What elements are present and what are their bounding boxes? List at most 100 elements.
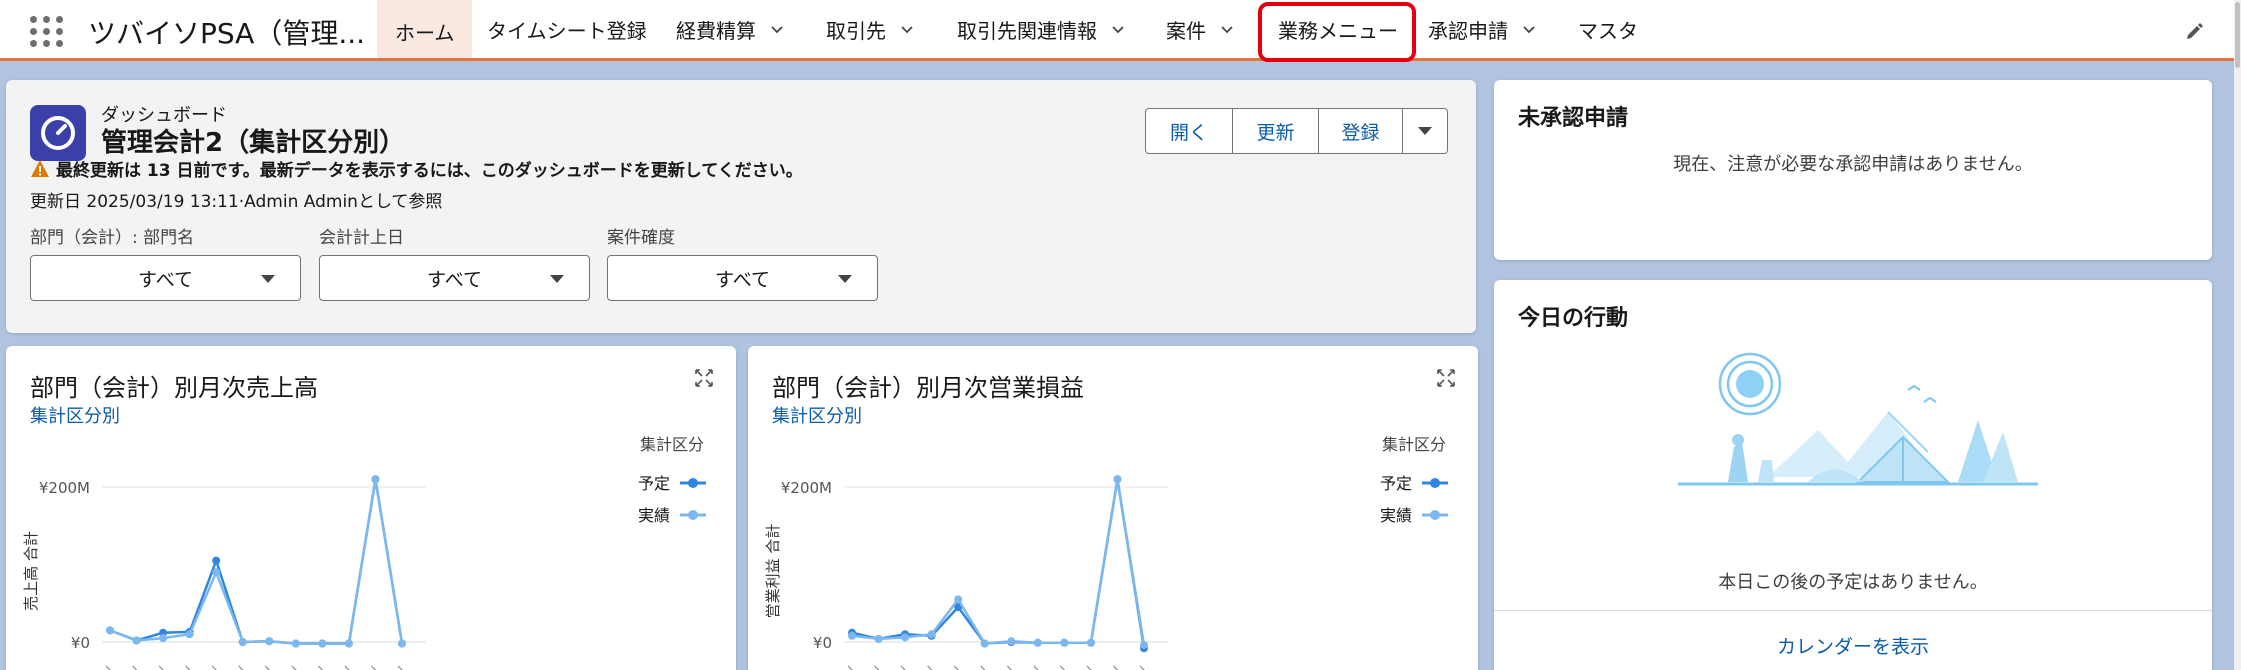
chevron-down-icon[interactable]: [770, 22, 784, 36]
y-axis-label: 営業利益 合計: [764, 524, 782, 619]
data-point: [265, 637, 274, 646]
highlight-box: [1258, 2, 1416, 62]
scrollbar[interactable]: [2234, 0, 2241, 670]
register-button[interactable]: 登録: [1319, 109, 1403, 153]
data-point: [874, 634, 883, 643]
x-tick: [874, 665, 880, 670]
tab-expenses[interactable]: 経費精算: [676, 0, 784, 58]
x-tick: [185, 665, 191, 670]
y-tick-label: ¥200M: [39, 479, 90, 497]
expand-icon[interactable]: [694, 368, 714, 388]
series-line-予定: [109, 478, 404, 645]
x-tick: [1059, 665, 1066, 670]
x-tick: [317, 665, 324, 670]
warning-text: 最終更新は 13 日前です。最新データを表示するには、このダッシュボードを更新し…: [56, 161, 803, 181]
data-point: [185, 630, 194, 639]
data-point: [212, 556, 221, 565]
legend-label: 予定: [638, 474, 670, 493]
legend-title: 集計区分: [1382, 435, 1446, 454]
app-launcher-icon[interactable]: [30, 16, 64, 47]
card-divider: [1494, 610, 2212, 611]
stale-warning: 最終更新は 13 日前です。最新データを表示するには、このダッシュボードを更新し…: [30, 156, 803, 181]
card-title: 今日の行動: [1518, 306, 1629, 331]
legend-marker: [1430, 510, 1440, 520]
data-point: [132, 636, 141, 645]
chevron-down-icon[interactable]: [1111, 22, 1125, 36]
legend-label: 実績: [1380, 506, 1412, 525]
x-tick: [158, 665, 164, 670]
filter-value: すべて: [138, 268, 193, 291]
x-tick: [927, 665, 933, 670]
x-tick: [238, 665, 244, 670]
x-tick: [1113, 665, 1119, 670]
data-point: [371, 475, 380, 484]
chart-card-sales: ¥200M ¥0 売上高 合計 集計区分 予定 実績 部門（会計）別月次売上高 集計区分別: [6, 346, 736, 670]
data-point: [1113, 475, 1122, 484]
x-tick: [980, 665, 986, 670]
filter-posting-date: 会計計上日 すべて: [319, 223, 590, 301]
tab-label: マスタ: [1578, 18, 1638, 43]
data-point: [238, 638, 247, 646]
dashboard-title: 管理会計2（集計区分別）: [101, 128, 406, 158]
chart-subtitle[interactable]: 集計区分別: [772, 402, 862, 428]
tab-home[interactable]: ホーム: [377, 0, 473, 61]
global-nav: ツバイソPSA（管理... ホーム タイムシート登録 経費精算 取引先 取引先関…: [0, 0, 2241, 62]
y-axis-label: 売上高 合計: [22, 531, 40, 611]
legend-marker: [688, 478, 698, 488]
tab-label: 経費精算: [676, 18, 756, 43]
scrollbar-thumb[interactable]: [2235, 2, 2240, 68]
tab-label: 取引先関連情報: [957, 18, 1097, 43]
x-tick: [371, 665, 377, 670]
x-tick: [953, 665, 960, 670]
x-tick: [1006, 665, 1013, 670]
tab-label: 取引先: [826, 18, 886, 43]
refresh-button[interactable]: 更新: [1233, 109, 1319, 153]
tab-account-related[interactable]: 取引先関連情報: [957, 0, 1125, 58]
data-point: [1033, 638, 1042, 647]
open-button[interactable]: 開く: [1146, 109, 1233, 153]
app-name: ツバイソPSA（管理...: [88, 17, 366, 50]
data-point: [1140, 641, 1148, 650]
filter-value: すべて: [715, 268, 770, 291]
filter-select[interactable]: すべて: [30, 255, 301, 301]
series-line-実績: [851, 478, 1146, 646]
empty-message: 現在、注意が必要な承認申請はありません。: [1673, 154, 2033, 175]
more-actions-button[interactable]: [1403, 109, 1447, 153]
data-point: [1060, 638, 1069, 647]
filter-value: すべて: [427, 268, 482, 291]
data-point: [159, 634, 168, 643]
filter-department: 部門（会計）: 部門名 すべて: [30, 223, 301, 301]
view-calendar-link[interactable]: カレンダーを表示: [1494, 632, 2212, 659]
filter-label: 部門（会計）: 部門名: [30, 228, 195, 248]
tab-timesheet[interactable]: タイムシート登録: [487, 0, 647, 58]
tab-label: 承認申請: [1428, 18, 1508, 43]
chart-subtitle[interactable]: 集計区分別: [30, 402, 120, 428]
legend-label: 実績: [638, 506, 670, 525]
chart-card-operating-profit: ¥200M ¥0 営業利益 合計 集計区分 予定 実績 部門（会計）別月次営業損益 集計区…: [748, 346, 1478, 670]
series-line-実績: [109, 478, 404, 645]
chevron-down-icon[interactable]: [1220, 22, 1234, 36]
edit-nav-icon[interactable]: [2184, 22, 2204, 42]
camping-illustration: [1678, 352, 2038, 486]
chevron-down-icon[interactable]: [900, 22, 914, 36]
x-tick: [264, 665, 271, 670]
y-tick-label: ¥0: [813, 634, 832, 652]
caret-down-icon: [838, 275, 852, 283]
x-tick: [847, 665, 853, 670]
tab-accounts[interactable]: 取引先: [826, 0, 914, 58]
tab-projects[interactable]: 案件: [1166, 0, 1234, 58]
data-point: [398, 639, 406, 648]
legend-marker: [1430, 478, 1440, 488]
filter-label: 案件確度: [607, 228, 675, 248]
chevron-down-icon[interactable]: [1522, 22, 1536, 36]
caret-down-icon: [261, 275, 275, 283]
filter-select[interactable]: すべて: [319, 255, 590, 301]
today-events-card: 今日の行動 本日この後の予定はありません。 カレンダーを表示: [1494, 280, 2212, 670]
tab-master[interactable]: マスタ: [1578, 0, 1638, 58]
legend-title: 集計区分: [640, 435, 704, 454]
data-point: [927, 630, 936, 639]
tab-approvals[interactable]: 承認申請: [1428, 0, 1536, 58]
filter-select[interactable]: すべて: [607, 255, 878, 301]
empty-message: 本日この後の予定はありません。: [1718, 572, 1988, 593]
expand-icon[interactable]: [1436, 368, 1456, 388]
